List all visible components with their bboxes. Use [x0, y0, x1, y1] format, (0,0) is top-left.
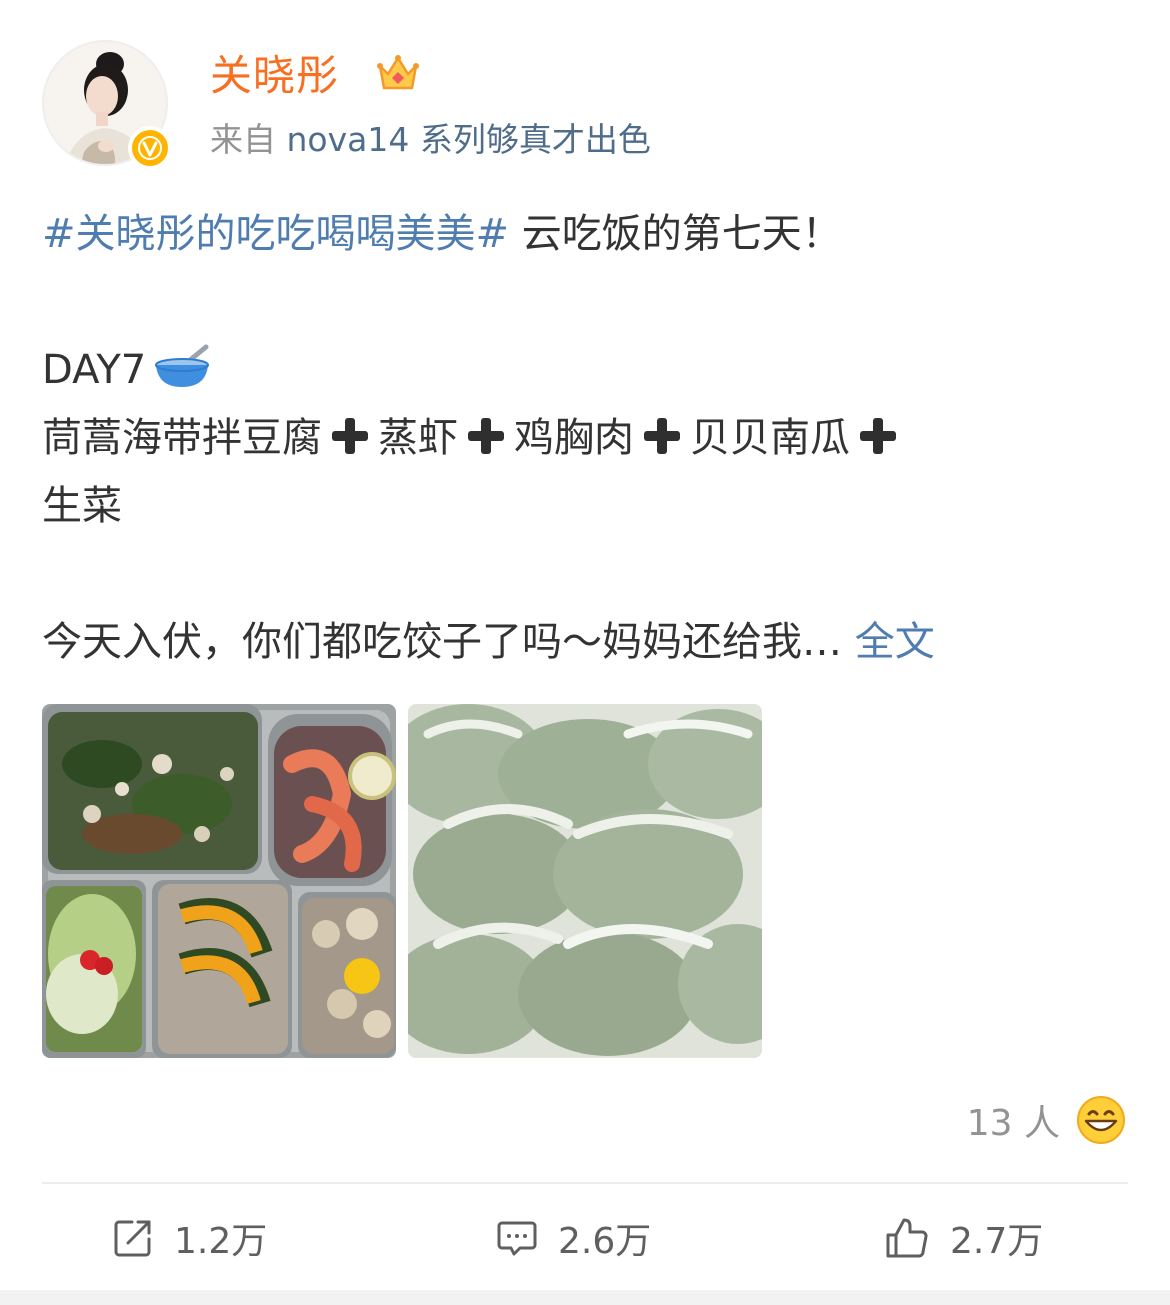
like-button[interactable]: 2.7万	[884, 1206, 1043, 1270]
source-device-link[interactable]: nova14 系列够真才出色	[287, 120, 651, 159]
photo-lunchbox[interactable]	[42, 704, 396, 1058]
plus-icon	[642, 416, 682, 456]
reaction-summary[interactable]: 13 人	[967, 1092, 1126, 1148]
comment-button[interactable]: 2.6万	[496, 1206, 651, 1270]
repost-icon	[114, 1220, 151, 1257]
plus-icon	[330, 416, 370, 456]
post-body: #关晓彤的吃吃喝喝美美# 云吃饭的第七天！ DAY7 茼蒿海带拌豆腐 蒸虾 鸡胸肉 贝…	[42, 200, 1132, 676]
photo-dumplings[interactable]	[408, 704, 762, 1058]
thumbs-up-icon	[886, 1218, 928, 1258]
post-last-line: 今天入伏，你们都吃饺子了吗～妈妈还给我… 全文	[42, 608, 1132, 676]
divider	[42, 1182, 1128, 1184]
post-source: 来自 nova14 系列够真才出色	[210, 118, 651, 162]
comment-icon	[497, 1221, 537, 1256]
menu-item: 贝贝南瓜	[690, 415, 850, 461]
username[interactable]: 关晓彤	[210, 46, 339, 106]
repost-count: 1.2万	[174, 1221, 268, 1262]
menu-item: 茼蒿海带拌豆腐	[42, 415, 322, 461]
menu-line: 茼蒿海带拌豆腐 蒸虾 鸡胸肉 贝贝南瓜	[42, 404, 1132, 472]
plus-icon	[858, 416, 898, 456]
menu-item: 生菜	[42, 483, 122, 529]
like-count: 2.7万	[950, 1221, 1044, 1262]
menu-item: 鸡胸肉	[514, 415, 634, 461]
grin-emoji-icon	[1077, 1096, 1125, 1144]
comment-count: 2.6万	[558, 1221, 652, 1262]
reaction-count: 13 人	[966, 1103, 1060, 1144]
full-text-link[interactable]: 全文	[855, 619, 935, 665]
action-bar: 1.2万 2.6万 2.7万	[0, 1206, 1170, 1270]
hashtag-link[interactable]: #关晓彤的吃吃喝喝美美#	[42, 211, 509, 257]
post-truncated-text: 今天入伏，你们都吃饺子了吗～妈妈还给我…	[42, 619, 842, 665]
plus-icon	[466, 416, 506, 456]
repost-button[interactable]: 1.2万	[112, 1206, 267, 1270]
menu-line-2: 生菜	[42, 472, 1132, 540]
post-header: 关晓彤 来自 nova14 系列够真才出色	[42, 40, 1128, 170]
source-prefix: 来自	[210, 120, 276, 159]
post-line-1-text: 云吃饭的第七天！	[509, 211, 842, 257]
day-label: DAY7	[42, 347, 147, 393]
bottom-separator	[0, 1290, 1170, 1305]
verified-badge-icon	[128, 126, 172, 170]
vip-crown-icon[interactable]	[374, 50, 422, 98]
post-line-1: #关晓彤的吃吃喝喝美美# 云吃饭的第七天！	[42, 200, 1132, 268]
bowl-icon	[155, 344, 210, 387]
menu-item: 蒸虾	[378, 415, 458, 461]
day-line: DAY7	[42, 336, 1132, 404]
